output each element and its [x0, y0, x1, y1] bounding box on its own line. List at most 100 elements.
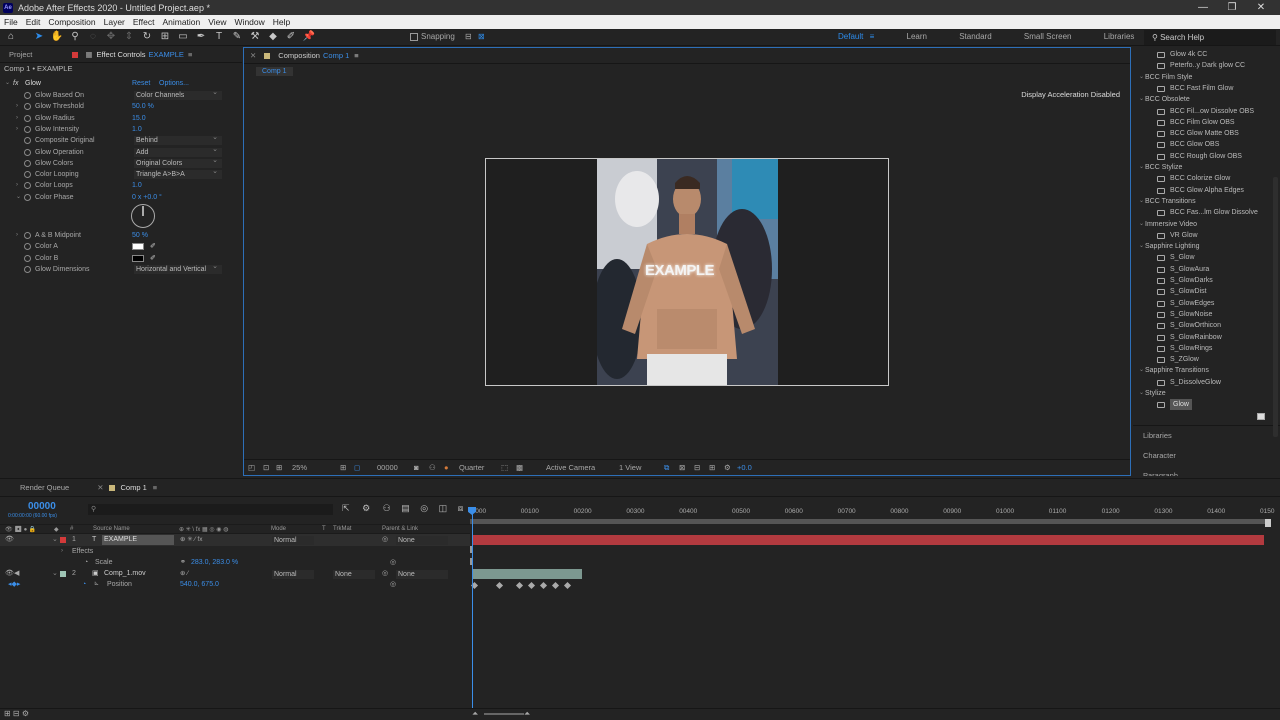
camera-view-dropdown[interactable]: Active Camera — [546, 463, 595, 472]
effect-item[interactable]: S_GlowAura — [1133, 264, 1280, 275]
layer-label-color[interactable] — [60, 537, 66, 543]
effect-item[interactable]: S_GlowRainbow — [1133, 332, 1280, 343]
zoom-out-icon[interactable]: ⏶ — [472, 709, 478, 719]
param-row[interactable]: Glow Based On Color Channels — [0, 88, 242, 101]
panel-lock-icon[interactable] — [72, 51, 79, 58]
roto-brush-tool-icon[interactable]: ✐ — [284, 30, 298, 44]
hide-shy-layers-icon[interactable]: ⚇ — [383, 503, 391, 513]
param-row[interactable]: Color B ✐ — [0, 253, 242, 264]
category-expand-icon[interactable]: ⌄ — [1139, 196, 1144, 207]
expression-pickwhip-icon[interactable]: ◎ — [390, 557, 396, 569]
param-dropdown[interactable]: Add — [134, 145, 222, 157]
layer-row-comp-1-mov[interactable]: 👁 ◀ ⌄ 2 ▣ Comp_1.mov ⊕ ⁄ Normal None ◎ N… — [0, 568, 470, 580]
timeline-zoom-slider[interactable] — [484, 713, 524, 715]
effect-item[interactable]: S_GlowOrthicon — [1133, 320, 1280, 331]
param-row[interactable]: Glow Colors Original Colors — [0, 156, 242, 169]
param-dropdown[interactable]: Original Colors — [134, 156, 222, 168]
safe-zones-icon[interactable]: ⊡ — [263, 463, 269, 472]
eyedropper-icon[interactable]: ✐ — [150, 253, 156, 264]
pan-camera-icon[interactable]: ✥ — [104, 30, 118, 44]
rotate-tool-icon[interactable]: ↻ — [140, 30, 154, 44]
effect-item[interactable]: S_GlowDist — [1133, 286, 1280, 297]
timeline-link-icon[interactable]: ⊟ — [694, 463, 700, 472]
layer-row-example[interactable]: 👁 ⌄ 1 T EXAMPLE ⊕ ✳ ⁄ fx Normal ◎ None — [0, 534, 470, 546]
toggle-transparency-grid-icon[interactable]: ▩ — [516, 463, 523, 472]
category-expand-icon[interactable]: ⌄ — [1139, 388, 1144, 399]
zoom-in-icon[interactable]: ⏶ — [524, 709, 530, 719]
effects-scrollbar[interactable] — [1273, 177, 1278, 437]
menu-file[interactable]: File — [0, 17, 22, 27]
keyframe-navigator-icon[interactable]: ◂◆▸ — [8, 579, 20, 591]
stopwatch-icon[interactable] — [24, 171, 31, 179]
minimize-button[interactable]: — — [1190, 0, 1216, 15]
param-row[interactable]: › Glow Threshold 50.0 % — [0, 101, 242, 112]
effect-category[interactable]: ⌄ Stylize — [1133, 388, 1280, 399]
snap-grid-icon[interactable]: ⊠ — [478, 32, 485, 41]
timeline-menu-icon[interactable]: ≡ — [153, 483, 157, 492]
graph-editor-toggle-icon[interactable]: ⧈ — [458, 503, 464, 513]
parent-dropdown[interactable]: None — [396, 535, 448, 545]
effect-item[interactable]: S_Glow — [1133, 252, 1280, 263]
source-name-header[interactable]: Source Name — [93, 526, 130, 532]
pen-tool-icon[interactable]: ✒ — [194, 30, 208, 44]
composition-tab-name[interactable]: Comp 1 — [323, 51, 349, 60]
menu-composition[interactable]: Composition — [44, 17, 99, 27]
visibility-eye-icon[interactable]: 👁 — [5, 534, 14, 546]
effect-item[interactable]: BCC Fil...ow Dissolve OBS — [1133, 106, 1280, 117]
clone-stamp-tool-icon[interactable]: ⚒ — [248, 30, 262, 44]
param-row[interactable]: Color Looping Triangle A>B>A — [0, 167, 242, 180]
expand-icon[interactable]: › — [16, 113, 18, 124]
status-icons[interactable]: ⊞ ⊟ ⚙ — [4, 709, 29, 718]
effect-controls-layer-name[interactable]: EXAMPLE — [149, 50, 184, 59]
param-row[interactable]: Glow Dimensions Horizontal and Vertical — [0, 262, 242, 275]
current-time-indicator[interactable] — [472, 509, 473, 709]
grid-options-icon[interactable]: ⊞ — [340, 463, 346, 472]
param-row[interactable]: Color A ✐ — [0, 241, 242, 252]
expand-layer-icon[interactable]: ⌄ — [52, 534, 58, 546]
region-of-interest-icon[interactable]: ⬚ — [501, 463, 508, 472]
timeline-search-input[interactable]: ⚲ — [88, 504, 333, 515]
param-value[interactable]: 1.0 — [132, 124, 142, 135]
menu-window[interactable]: Window — [231, 17, 269, 27]
stopwatch-icon[interactable] — [24, 103, 31, 111]
position-keyframe[interactable] — [495, 581, 504, 590]
composition-tab-label[interactable]: Composition — [278, 51, 320, 60]
pan-behind-tool-icon[interactable]: ⊞ — [158, 30, 172, 44]
color-swatch[interactable] — [132, 254, 144, 262]
expand-icon[interactable]: › — [16, 230, 18, 241]
effect-item[interactable]: Peterfo..y Dark glow CC — [1133, 60, 1280, 71]
category-expand-icon[interactable]: ⌄ — [1139, 162, 1144, 173]
effect-category[interactable]: ⌄ BCC Obsolete — [1133, 94, 1280, 105]
expand-icon[interactable]: ⌄ — [16, 192, 21, 203]
category-expand-icon[interactable]: ⌄ — [1139, 241, 1144, 252]
effect-item[interactable]: S_GlowDarks — [1133, 275, 1280, 286]
effect-category[interactable]: ⌄ Sapphire Transitions — [1133, 365, 1280, 376]
position-keyframe[interactable] — [527, 581, 536, 590]
stopwatch-icon[interactable]: ◔ — [84, 557, 88, 569]
stopwatch-icon[interactable] — [24, 92, 31, 99]
draft-3d-icon[interactable]: ⚙ — [362, 503, 370, 513]
stopwatch-icon[interactable] — [24, 137, 31, 145]
effect-item[interactable]: Glow 4k CC — [1133, 49, 1280, 60]
effect-item[interactable]: S_GlowEdges — [1133, 298, 1280, 309]
position-keyframe[interactable] — [563, 581, 572, 590]
brush-tool-icon[interactable]: ✎ — [230, 30, 244, 44]
mask-visibility-icon[interactable]: ⊞ — [276, 463, 282, 472]
stopwatch-icon[interactable] — [24, 148, 31, 156]
effect-item[interactable]: BCC Film Glow OBS — [1133, 117, 1280, 128]
stopwatch-icon[interactable] — [24, 254, 31, 262]
tab-comp-1[interactable]: Comp 1 — [121, 483, 147, 492]
position-value[interactable]: 540.0, 675.0 — [180, 579, 219, 591]
category-expand-icon[interactable]: ⌄ — [1139, 365, 1144, 376]
position-keyframe[interactable] — [551, 581, 560, 590]
menu-help[interactable]: Help — [269, 17, 294, 27]
new-folder-icon[interactable] — [1257, 413, 1265, 420]
libraries-panel-header[interactable]: Libraries — [1143, 431, 1172, 440]
workspace-default[interactable]: Default — [838, 32, 863, 41]
workspace-menu-icon[interactable]: ≡ — [870, 32, 875, 41]
blend-mode-dropdown[interactable]: Normal — [272, 535, 314, 545]
effect-item[interactable]: BCC Colorize Glow — [1133, 173, 1280, 184]
effect-category[interactable]: ⌄ BCC Stylize — [1133, 162, 1280, 173]
stopwatch-icon[interactable] — [24, 182, 31, 190]
expand-layer-icon[interactable]: ⌄ — [52, 568, 58, 580]
